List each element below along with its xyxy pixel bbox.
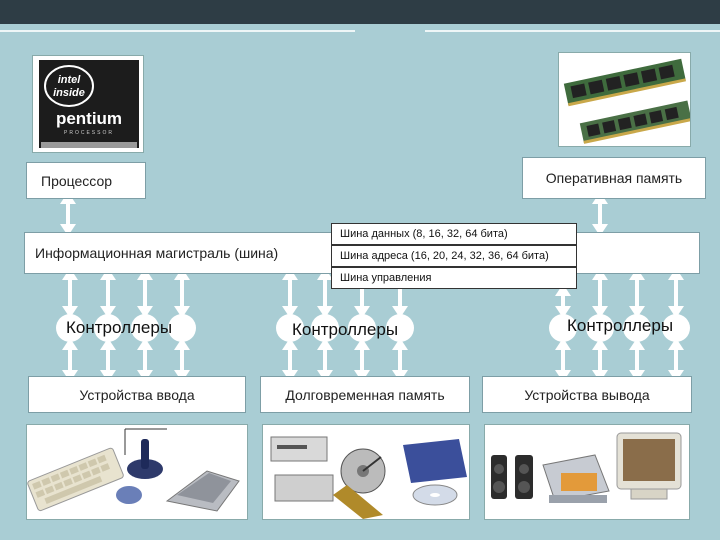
input-devices-box: Устройства ввода	[28, 376, 246, 413]
controllers-middle-label: Контроллеры	[292, 320, 399, 339]
storage-box: Долговременная память	[260, 376, 470, 413]
input-devices-label: Устройства ввода	[79, 386, 195, 403]
storage-image	[262, 424, 470, 520]
cpu-logo-line3: pentium	[56, 109, 122, 128]
output-devices-image	[484, 424, 690, 520]
ram-box: Оперативная память	[522, 157, 706, 199]
processor-label: Процессор	[41, 172, 113, 189]
processor-box: Процессор	[26, 162, 146, 199]
controller-node	[168, 314, 196, 342]
storage-label: Долговременная память	[285, 386, 445, 403]
cpu-logo-line4: PROCESSOR	[64, 130, 114, 136]
bus-control-label: Шина управления	[331, 267, 577, 289]
bus-address-text: Шина адреса (16, 20, 24, 32, 36, 64 бита…	[340, 250, 549, 262]
bus-control-text: Шина управления	[340, 272, 432, 284]
bus-data-text: Шина данных (8, 16, 32, 64 бита)	[340, 228, 508, 240]
output-devices-box: Устройства вывода	[482, 376, 692, 413]
controllers-left-label: Контроллеры	[66, 318, 173, 337]
output-devices-label: Устройства вывода	[524, 386, 650, 403]
bus-data-label: Шина данных (8, 16, 32, 64 бита)	[331, 223, 577, 245]
bus-address-label: Шина адреса (16, 20, 24, 32, 36, 64 бита…	[331, 245, 577, 267]
cpu-logo-line2: inside	[53, 87, 85, 99]
bus-label: Информационная магистраль (шина)	[35, 245, 279, 261]
input-devices-image	[26, 424, 248, 520]
cpu-image: intel inside pentium PROCESSOR	[32, 55, 144, 153]
controllers-right-label: Контроллеры	[567, 316, 674, 335]
ram-image	[558, 52, 691, 147]
ram-label: Оперативная память	[545, 170, 683, 186]
cpu-logo-line1: intel	[58, 74, 82, 86]
